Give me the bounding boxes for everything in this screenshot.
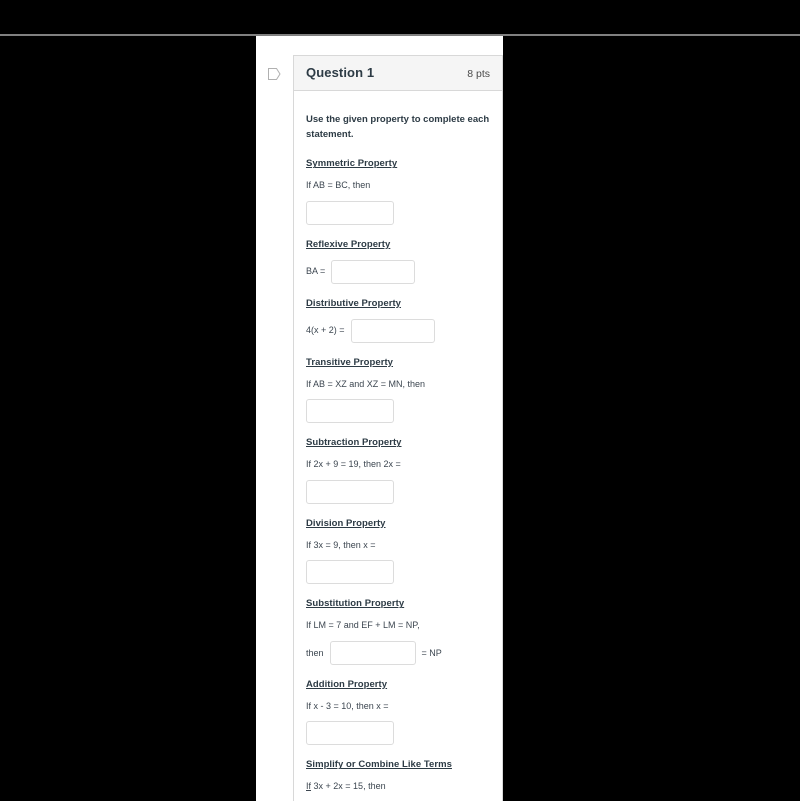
property-heading: Division Property: [306, 517, 386, 529]
property-heading: Transitive Property: [306, 356, 394, 368]
property-block-substitution: Substitution Property If LM = 7 and EF +…: [306, 598, 490, 665]
answer-input-division[interactable]: [306, 560, 394, 585]
property-prompt-prefix: then: [306, 647, 324, 658]
property-prompt: If AB = BC, then: [306, 180, 371, 191]
property-block-simplify: Simplify or Combine Like Terms If 3x + 2…: [306, 759, 490, 801]
property-prompt-suffix: = NP: [421, 647, 442, 658]
property-heading: Addition Property: [306, 678, 388, 690]
property-prompt: 4(x + 2) =: [306, 325, 345, 336]
flag-outline-icon[interactable]: [268, 68, 281, 80]
property-block-symmetric: Symmetric Property If AB = BC, then: [306, 158, 490, 225]
property-block-reflexive: Reflexive Property BA =: [306, 239, 490, 284]
question-header: Question 1 8 pts: [294, 56, 502, 91]
answer-input-distributive[interactable]: [350, 318, 435, 343]
property-prompt: If LM = 7 and EF + LM = NP,: [306, 620, 420, 631]
property-heading: Reflexive Property: [306, 238, 391, 250]
question-points: 8 pts: [467, 68, 490, 80]
property-block-subtraction: Subtraction Property If 2x + 9 = 19, the…: [306, 437, 490, 504]
property-prompt: If 3x = 9, then x =: [306, 539, 376, 550]
property-block-addition: Addition Property If x - 3 = 10, then x …: [306, 679, 490, 746]
answer-input-substitution[interactable]: [329, 640, 416, 665]
property-prompt-row: If 3x + 2x = 15, then: [306, 780, 490, 794]
answer-input-subtraction[interactable]: [306, 479, 394, 504]
quiz-page-surface: Question 1 8 pts Use the given property …: [256, 36, 503, 801]
question-body: Use the given property to complete each …: [294, 91, 502, 801]
property-heading: Subtraction Property: [306, 437, 402, 449]
question-title: Question 1: [306, 65, 375, 80]
answer-input-symmetric[interactable]: [306, 200, 394, 225]
property-block-transitive: Transitive Property If AB = XZ and XZ = …: [306, 357, 490, 424]
property-heading: Symmetric Property: [306, 158, 398, 170]
property-heading: Simplify or Combine Like Terms: [306, 759, 452, 771]
property-prompt-row: 4(x + 2) =: [306, 318, 490, 343]
answer-input-addition[interactable]: [306, 721, 394, 746]
flag-slot: [256, 55, 293, 80]
question-card: Question 1 8 pts Use the given property …: [293, 55, 503, 801]
property-prompt: BA =: [306, 266, 326, 277]
property-heading: Distributive Property: [306, 297, 402, 309]
property-prompt: If 2x + 9 = 19, then 2x =: [306, 459, 401, 470]
property-prompt-row: then = NP: [306, 640, 490, 665]
property-block-division: Division Property If 3x = 9, then x =: [306, 518, 490, 585]
property-prompt: If AB = XZ and XZ = MN, then: [306, 378, 426, 389]
property-heading: Substitution Property: [306, 598, 405, 610]
answer-input-reflexive[interactable]: [331, 259, 416, 284]
question-row: Question 1 8 pts Use the given property …: [256, 55, 503, 801]
instructions-text: Use the given property to complete each …: [306, 114, 490, 140]
property-block-distributive: Distributive Property 4(x + 2) =: [306, 298, 490, 343]
answer-input-transitive[interactable]: [306, 399, 394, 424]
property-prompt-rest: 3x + 2x = 15, then: [313, 781, 386, 792]
property-prompt: If x - 3 = 10, then x =: [306, 700, 389, 711]
property-prompt-row: BA =: [306, 259, 490, 284]
